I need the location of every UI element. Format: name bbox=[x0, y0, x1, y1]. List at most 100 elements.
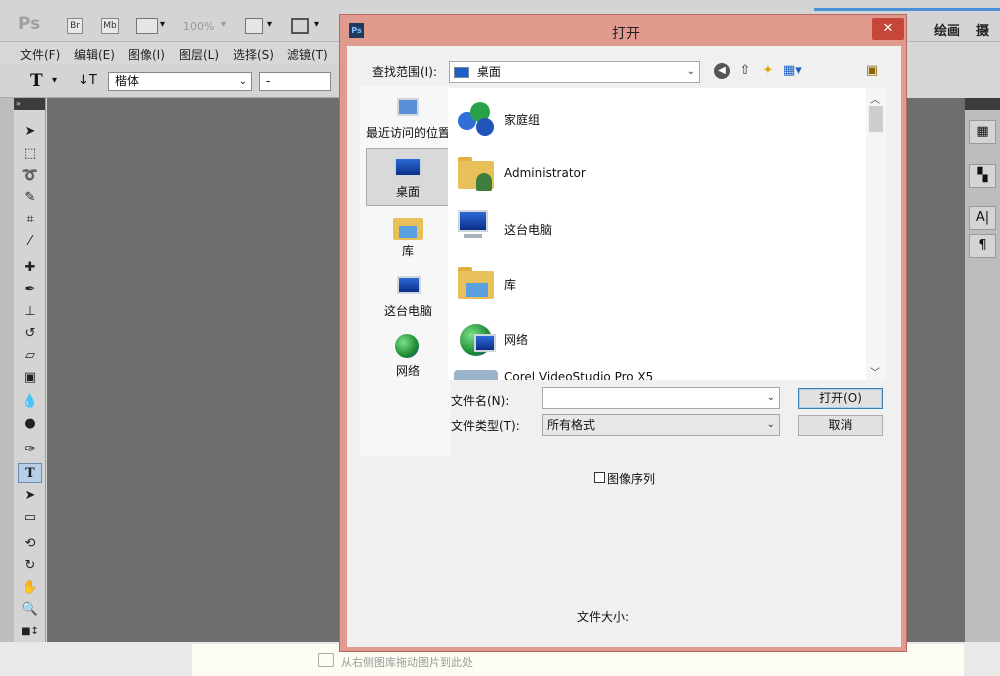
list-item-partial[interactable]: Corel VideoStudio Pro X5 bbox=[448, 364, 866, 380]
file-list-scrollbar[interactable]: ︿ ﹀ bbox=[866, 88, 886, 380]
filetype-select[interactable]: 所有格式 ⌄ bbox=[542, 414, 780, 436]
font-family-select[interactable]: 楷体 ⌄ bbox=[108, 72, 252, 91]
chevron-down-icon[interactable]: ▾ bbox=[52, 75, 57, 86]
eyedropper-tool-icon[interactable]: ⁄ bbox=[18, 232, 42, 252]
photoshop-logo: Ps bbox=[18, 14, 41, 34]
open-button[interactable]: 打开(O) bbox=[798, 388, 883, 409]
path-selection-tool-icon[interactable]: ➤ bbox=[18, 486, 42, 506]
bridge-icon[interactable]: Br bbox=[67, 18, 83, 34]
dialog-title: 打开 bbox=[612, 26, 640, 42]
chevron-down-icon[interactable]: ▾ bbox=[314, 19, 319, 30]
workspace-photography[interactable]: 摄 bbox=[976, 20, 989, 39]
blur-tool-icon[interactable]: 💧 bbox=[18, 392, 42, 412]
tools-panel: » ➤ ⬚ ➰ ✎ ⌗ ⁄ ✚ ✒ ⊥ ↺ ▱ ▣ 💧 ● ✑ T ➤ ▭ ⟲ … bbox=[14, 98, 46, 642]
lasso-tool-icon[interactable]: ➰ bbox=[18, 166, 42, 186]
quick-select-tool-icon[interactable]: ✎ bbox=[18, 188, 42, 208]
scroll-up-icon[interactable]: ︿ bbox=[870, 91, 880, 106]
back-icon[interactable]: ◀ bbox=[714, 63, 730, 79]
paragraph-panel-icon[interactable]: ¶ bbox=[969, 234, 996, 258]
desktop-icon bbox=[454, 67, 469, 78]
image-sequence-checkbox[interactable] bbox=[594, 472, 605, 483]
chevron-down-icon[interactable]: ▾ bbox=[267, 19, 272, 30]
shape-tool-icon[interactable]: ▭ bbox=[18, 508, 42, 528]
place-library[interactable]: 库 bbox=[366, 208, 450, 266]
screen-mode-icon[interactable] bbox=[291, 18, 309, 34]
scroll-down-icon[interactable]: ﹀ bbox=[870, 364, 880, 379]
place-this-pc[interactable]: 这台电脑 bbox=[366, 268, 450, 326]
list-item[interactable]: 家庭组 bbox=[452, 94, 852, 144]
filesize-label: 文件大小: bbox=[577, 610, 630, 624]
zoom-level[interactable]: 100% bbox=[183, 20, 214, 33]
place-recent[interactable]: 最近访问的位置 bbox=[366, 90, 450, 148]
new-folder-icon[interactable]: ✦ bbox=[759, 62, 777, 80]
network-icon bbox=[393, 334, 423, 360]
place-desktop[interactable]: 桌面 bbox=[366, 148, 450, 206]
filetype-value: 所有格式 bbox=[547, 418, 596, 432]
file-list[interactable]: 家庭组 Administrator 这台电脑 库 网络 Corel VideoS… bbox=[448, 88, 886, 380]
dodge-tool-icon[interactable]: ● bbox=[18, 414, 42, 434]
file-name: Corel VideoStudio Pro X5 bbox=[504, 370, 654, 380]
homegroup-icon bbox=[454, 98, 498, 140]
font-style-select[interactable]: - bbox=[259, 72, 331, 91]
panel-collapse-icon[interactable]: » bbox=[14, 98, 45, 110]
font-family-value: 楷体 bbox=[115, 74, 140, 88]
zoom-tool-icon[interactable]: 🔍 bbox=[18, 600, 42, 620]
brush-tool-icon[interactable]: ✒ bbox=[18, 280, 42, 300]
character-panel-icon[interactable]: A| bbox=[969, 206, 996, 230]
menu-layer[interactable]: 图层(L) bbox=[179, 46, 219, 63]
marquee-tool-icon[interactable]: ⬚ bbox=[18, 144, 42, 164]
library-icon bbox=[393, 214, 423, 240]
cancel-button[interactable]: 取消 bbox=[798, 415, 883, 436]
view-menu-icon[interactable]: ▦▾ bbox=[783, 62, 802, 80]
list-item[interactable]: 库 bbox=[452, 259, 852, 309]
color-swatches-icon[interactable]: ■↕ bbox=[18, 622, 42, 642]
panel-collapse-icon[interactable] bbox=[965, 98, 1000, 110]
chevron-down-icon[interactable]: ▾ bbox=[160, 19, 165, 30]
user-folder-icon bbox=[454, 153, 498, 195]
window-accent-strip bbox=[814, 8, 1000, 11]
chevron-down-icon[interactable]: ▾ bbox=[221, 19, 226, 30]
close-button[interactable]: ✕ bbox=[872, 18, 904, 40]
list-item[interactable]: Administrator bbox=[452, 149, 852, 199]
file-name: 家庭组 bbox=[504, 113, 541, 127]
network-icon bbox=[454, 318, 498, 360]
menu-bar: 文件(F) 编辑(E) 图像(I) 图层(L) 选择(S) 滤镜(T) bbox=[0, 42, 340, 64]
list-item[interactable]: 网络 bbox=[452, 314, 852, 364]
pen-tool-icon[interactable]: ✑ bbox=[18, 440, 42, 460]
history-brush-tool-icon[interactable]: ↺ bbox=[18, 324, 42, 344]
swatches-panel-icon[interactable]: ▦ bbox=[969, 120, 996, 144]
scrollbar-thumb[interactable] bbox=[869, 106, 883, 132]
mini-bridge-icon[interactable]: Mb bbox=[101, 18, 119, 34]
filename-input[interactable]: ⌄ bbox=[542, 387, 780, 409]
clone-stamp-tool-icon[interactable]: ⊥ bbox=[18, 302, 42, 322]
adjustments-panel-icon[interactable]: ▚ bbox=[969, 164, 996, 188]
arrange-documents-icon[interactable] bbox=[245, 18, 263, 34]
bookmark-folder-icon[interactable]: ▣ bbox=[863, 62, 881, 80]
image-icon bbox=[318, 653, 334, 667]
workspace-painting[interactable]: 绘画 bbox=[934, 20, 960, 39]
menu-select[interactable]: 选择(S) bbox=[233, 46, 274, 63]
text-orientation-icon[interactable]: ↓T bbox=[78, 73, 97, 88]
type-tool-icon[interactable]: T bbox=[18, 463, 42, 483]
3d-orbit-tool-icon[interactable]: ↻ bbox=[18, 556, 42, 576]
drop-hint: 从右侧图库拖动图片到此处 bbox=[341, 656, 473, 669]
menu-file[interactable]: 文件(F) bbox=[20, 46, 60, 63]
up-folder-icon[interactable]: ⇧ bbox=[736, 62, 754, 80]
move-tool-icon[interactable]: ➤ bbox=[18, 122, 42, 142]
gradient-tool-icon[interactable]: ▣ bbox=[18, 368, 42, 388]
lookin-label: 查找范围(I): bbox=[372, 65, 437, 79]
menu-edit[interactable]: 编辑(E) bbox=[74, 46, 115, 63]
crop-tool-icon[interactable]: ⌗ bbox=[18, 210, 42, 230]
healing-brush-tool-icon[interactable]: ✚ bbox=[18, 258, 42, 278]
menu-image[interactable]: 图像(I) bbox=[128, 46, 165, 63]
film-strip-icon[interactable] bbox=[136, 18, 158, 34]
text-tool-preset[interactable]: T bbox=[30, 71, 43, 91]
dialog-body: 查找范围(I): 桌面 ⌄ ◀ ⇧ ✦ ▦▾ ▣ 最近访问的位置 桌面 库 这台… bbox=[347, 46, 901, 647]
place-network[interactable]: 网络 bbox=[366, 328, 450, 386]
3d-rotate-tool-icon[interactable]: ⟲ bbox=[18, 534, 42, 554]
hand-tool-icon[interactable]: ✋ bbox=[18, 578, 42, 598]
eraser-tool-icon[interactable]: ▱ bbox=[18, 346, 42, 366]
list-item[interactable]: 这台电脑 bbox=[452, 204, 852, 254]
menu-filter[interactable]: 滤镜(T) bbox=[287, 46, 328, 63]
lookin-select[interactable]: 桌面 ⌄ bbox=[449, 61, 700, 83]
